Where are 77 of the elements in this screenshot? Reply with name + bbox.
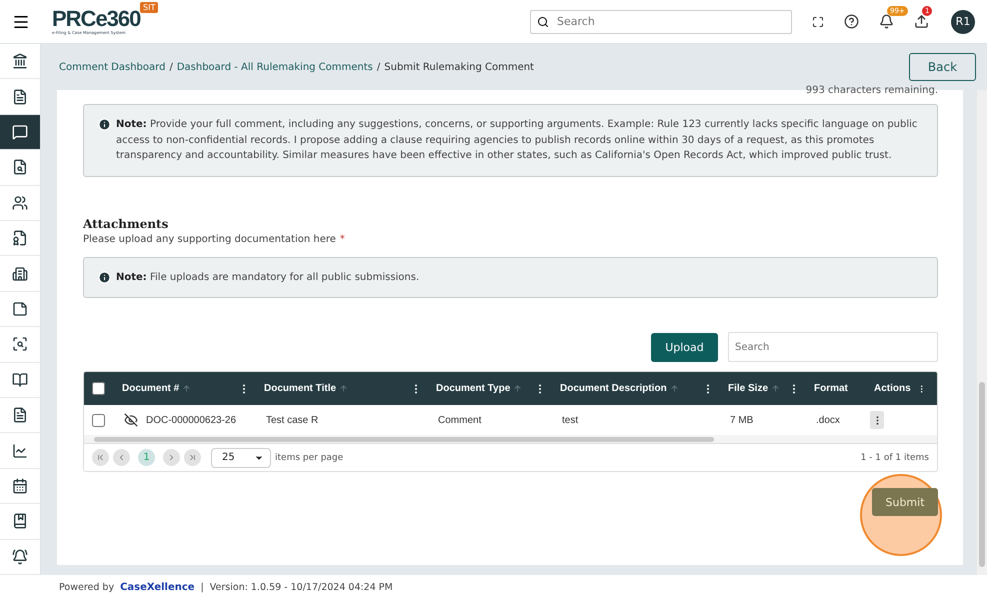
sort-icon[interactable] [771, 384, 780, 393]
column-header[interactable]: Format [814, 383, 848, 394]
powered-by-label: Powered by [59, 582, 114, 592]
table-cell: Test case R [266, 414, 318, 426]
hidden-icon[interactable] [124, 413, 138, 427]
sidebar-item[interactable] [0, 540, 40, 576]
sidebar-item[interactable] [0, 186, 40, 222]
scan-icon [12, 336, 28, 352]
table-cell: .docx [816, 414, 840, 426]
bell-icon[interactable] [879, 14, 894, 29]
column-header[interactable]: File Size [728, 383, 768, 394]
info-icon [98, 270, 111, 284]
note-text: Note: Provide your full comment, including any suggestions, concerns, or supporting arguments. Example: Rule 123 currently lacks specific language on public access to non-confidential records. I propose adding a clause requiring agencies to publish records online within 30 days of a request, as this promotes transparency and accountability. Similar measures have been effective in other states, such as California's Open Records Act, which improved public trust. [116, 118, 918, 163]
back-button[interactable]: Back [909, 53, 976, 81]
breadcrumb-text: Submit Rulemaking Comment [384, 62, 534, 72]
breadcrumb-link[interactable]: Comment Dashboard [59, 62, 166, 72]
select-all-checkbox[interactable] [92, 382, 105, 395]
row-actions-button[interactable] [870, 411, 884, 429]
required-mark: * [340, 234, 345, 244]
user-avatar[interactable]: R1 [951, 10, 975, 34]
breadcrumb-text: / [169, 62, 173, 72]
sidebar-item[interactable] [0, 114, 40, 150]
next-icon [167, 453, 176, 462]
document-icon [12, 88, 28, 105]
page-size-label: items per page [275, 452, 344, 462]
brand-logo: CaseXellence [120, 582, 195, 592]
info-icon [98, 118, 111, 131]
sort-icon[interactable] [670, 384, 679, 393]
pager-summary: 1 - 1 of 1 items [860, 452, 929, 462]
sort-icon[interactable] [339, 384, 348, 393]
characters-remaining: 993 characters remaining. [804, 85, 938, 96]
users-icon [12, 194, 28, 211]
search-box[interactable]: Search [530, 10, 792, 34]
note-text: Note: File uploads are mandatory for all public submissions. [116, 270, 420, 284]
table-cell: test [562, 414, 578, 426]
submit-button[interactable]: Submit [872, 488, 938, 516]
section-title: Attachments [83, 216, 170, 230]
fullscreen-icon[interactable] [812, 16, 824, 28]
page-size-dropdown[interactable]: 25 [211, 448, 271, 468]
logo: PRCe360 [52, 8, 140, 30]
footer-separator: | [200, 582, 204, 592]
column-header[interactable]: Document Type [436, 383, 510, 394]
breadcrumb-text: / [376, 62, 380, 72]
sidebar-item[interactable] [0, 362, 40, 398]
file-search-icon [12, 159, 28, 176]
calendar-icon [12, 478, 28, 494]
last-icon [188, 453, 197, 462]
book-icon [12, 372, 28, 388]
column-header[interactable]: Document Description [560, 383, 667, 394]
chart-icon [12, 442, 28, 459]
previous-icon [117, 453, 126, 462]
comment-icon [12, 124, 28, 140]
sort-icon[interactable] [182, 384, 192, 393]
table-cell: Comment [438, 414, 482, 426]
row-checkbox[interactable] [92, 414, 105, 426]
column-header[interactable]: Document Title [264, 383, 336, 394]
first-icon [96, 453, 105, 462]
bell-icon [12, 548, 28, 565]
upload-hint: Please upload any supporting documentation here [83, 234, 336, 244]
upload-icon[interactable] [914, 14, 929, 29]
last-page-button[interactable] [184, 449, 201, 466]
environment-badge: SIT [140, 2, 158, 13]
table-cell: 7 MB [730, 414, 754, 426]
search-icon [537, 16, 549, 28]
breadcrumb-link[interactable]: Dashboard - All Rulemaking Comments [176, 62, 373, 72]
table-search-field[interactable]: Search [728, 332, 938, 362]
building-icon [12, 266, 28, 282]
document-icon [12, 407, 28, 424]
bank-icon [12, 53, 28, 70]
sort-icon[interactable] [513, 384, 522, 393]
version-text: Version: 1.0.59 - 10/17/2024 04:24 PM [210, 582, 393, 592]
note-icon [12, 301, 28, 318]
column-header[interactable]: Document # [122, 383, 180, 394]
first-page-button[interactable] [92, 449, 109, 466]
column-header[interactable]: Actions [874, 383, 911, 394]
upload-button[interactable]: Upload [651, 332, 718, 362]
table-cell: DOC-000000623-26 [146, 414, 236, 426]
